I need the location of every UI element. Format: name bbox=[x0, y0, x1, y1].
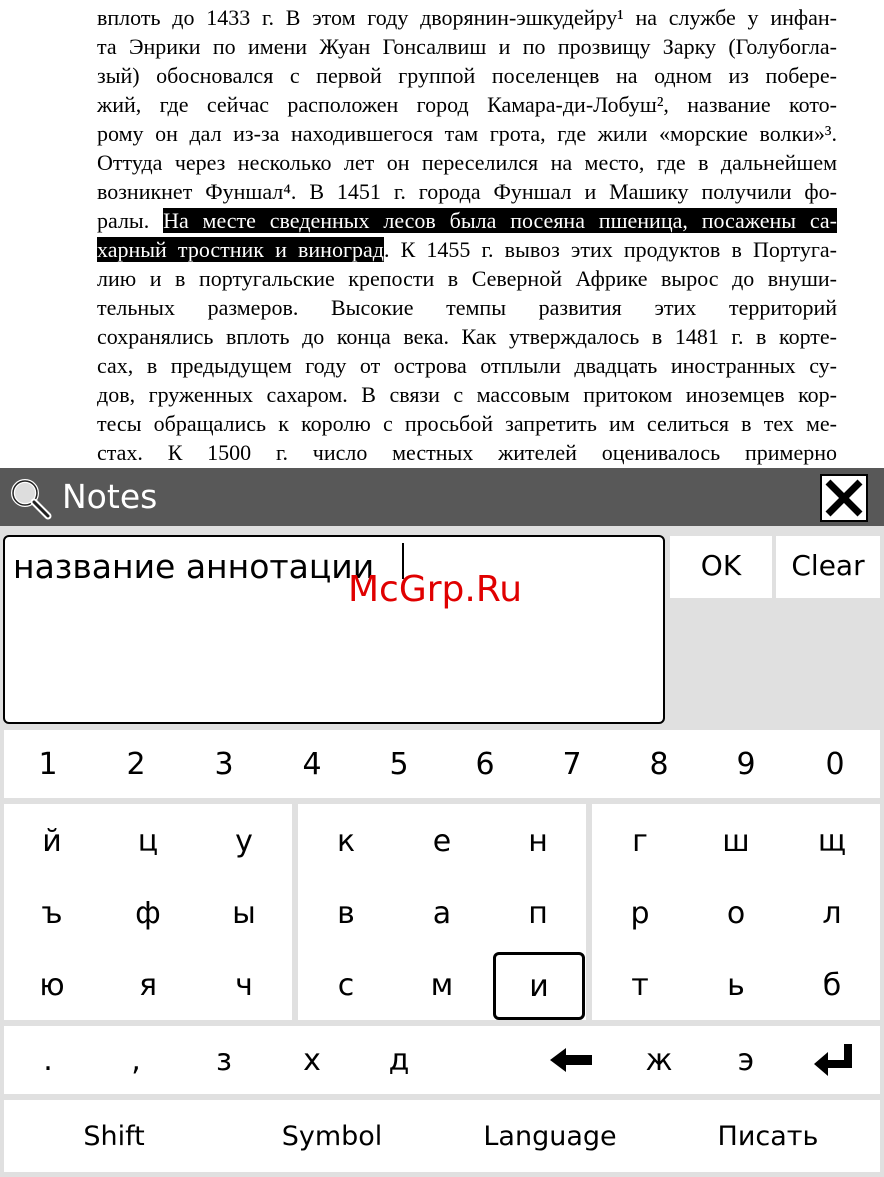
key-ч[interactable]: ч bbox=[196, 950, 292, 1020]
key-5[interactable]: 5 bbox=[356, 730, 442, 798]
key-й[interactable]: й bbox=[4, 806, 100, 876]
book-line: лию и в португальские крепости в Северно… bbox=[97, 266, 837, 291]
key-ф[interactable]: ф bbox=[100, 878, 196, 948]
book-line: тельных размеров. Высокие темпы развития… bbox=[97, 295, 837, 320]
key-ы[interactable]: ы bbox=[196, 878, 292, 948]
key-3[interactable]: 3 bbox=[180, 730, 268, 798]
book-line: сохранялись вплоть до конца века. Как ут… bbox=[97, 324, 837, 349]
key-о[interactable]: о bbox=[688, 878, 784, 948]
key-а[interactable]: а bbox=[394, 878, 490, 948]
key-т[interactable]: т bbox=[592, 950, 688, 1020]
book-line: Оттуда через несколько лет он переселилс… bbox=[97, 150, 837, 175]
highlighted-text[interactable]: харный тростник и виноград bbox=[97, 237, 384, 262]
book-line: тесы обращались к королю с просьбой запр… bbox=[97, 411, 837, 436]
highlighted-text[interactable]: На месте сведенных лесов была посеяна пш… bbox=[163, 208, 838, 233]
note-text-input[interactable]: название аннотации bbox=[3, 535, 665, 724]
write-key[interactable]: Писать bbox=[660, 1100, 876, 1172]
enter-key[interactable] bbox=[790, 1026, 880, 1094]
key-period[interactable]: . bbox=[4, 1026, 92, 1094]
key-1[interactable]: 1 bbox=[4, 730, 92, 798]
book-line: стах. К 1500 г. число местных жителей оц… bbox=[97, 440, 837, 465]
key-и-selected[interactable]: и bbox=[493, 952, 585, 1020]
book-page: вплоть до 1433 г. В этом году дворянин-э… bbox=[0, 0, 884, 468]
book-line: вплоть до 1433 г. В этом году дворянин-э… bbox=[97, 5, 837, 30]
ok-button[interactable]: OK bbox=[670, 536, 772, 598]
key-р[interactable]: р bbox=[592, 878, 688, 948]
key-д[interactable]: д bbox=[356, 1026, 442, 1094]
backspace-key[interactable] bbox=[528, 1026, 616, 1094]
book-line: сах, в предыдущем году от острова отплыл… bbox=[97, 353, 837, 378]
key-4[interactable]: 4 bbox=[268, 730, 356, 798]
key-б[interactable]: б bbox=[784, 950, 880, 1020]
key-щ[interactable]: щ bbox=[784, 806, 880, 876]
close-button[interactable] bbox=[820, 474, 868, 522]
language-key[interactable]: Language bbox=[440, 1100, 660, 1172]
book-text: ралы. bbox=[97, 208, 164, 233]
key-л[interactable]: л bbox=[784, 878, 880, 948]
book-text: . К 1455 г. вывоз этих продуктов в Порту… bbox=[383, 237, 837, 262]
note-input-value: название аннотации bbox=[13, 547, 375, 586]
key-7[interactable]: 7 bbox=[528, 730, 616, 798]
close-icon bbox=[825, 479, 863, 517]
key-н[interactable]: н bbox=[490, 806, 586, 876]
dialog-title: Notes bbox=[62, 477, 158, 516]
key-ь[interactable]: ь bbox=[688, 950, 784, 1020]
book-line: дов, груженных сахаром. В связи с массов… bbox=[97, 382, 837, 407]
key-з[interactable]: з bbox=[180, 1026, 268, 1094]
key-comma[interactable]: , bbox=[92, 1026, 180, 1094]
key-2[interactable]: 2 bbox=[92, 730, 180, 798]
book-line: та Энрики по имени Жуан Гонсалвиш и по п… bbox=[97, 34, 837, 59]
key-е[interactable]: е bbox=[394, 806, 490, 876]
key-к[interactable]: к bbox=[298, 806, 394, 876]
key-0[interactable]: 0 bbox=[790, 730, 880, 798]
key-с[interactable]: с bbox=[298, 950, 394, 1020]
book-line: жий, где сейчас расположен город Камара-… bbox=[97, 92, 837, 117]
watermark: McGrp.Ru bbox=[348, 569, 523, 610]
notes-title-bar: Notes bbox=[0, 468, 884, 526]
key-ц[interactable]: ц bbox=[100, 806, 196, 876]
symbol-key[interactable]: Symbol bbox=[224, 1100, 440, 1172]
key-п[interactable]: п bbox=[490, 878, 586, 948]
key-ш[interactable]: ш bbox=[688, 806, 784, 876]
enter-icon bbox=[814, 1044, 852, 1076]
book-line-highlight-start[interactable]: ралы. На месте сведенных лесов была посе… bbox=[97, 206, 838, 235]
book-line: рому он дал из-за находившегося там грот… bbox=[97, 121, 837, 146]
key-6[interactable]: 6 bbox=[442, 730, 528, 798]
key-ю[interactable]: ю bbox=[4, 950, 100, 1020]
key-э[interactable]: э bbox=[702, 1026, 790, 1094]
key-м[interactable]: м bbox=[394, 950, 490, 1020]
book-line: зый) обосновался с первой группой поселе… bbox=[97, 63, 837, 88]
key-9[interactable]: 9 bbox=[702, 730, 790, 798]
clear-button[interactable]: Clear bbox=[776, 536, 880, 598]
backspace-arrow-icon bbox=[550, 1048, 592, 1072]
key-г[interactable]: г bbox=[592, 806, 688, 876]
magnifier-icon bbox=[11, 479, 52, 520]
key-ъ[interactable]: ъ bbox=[4, 878, 100, 948]
key-у[interactable]: у bbox=[196, 806, 292, 876]
book-line-highlight-end[interactable]: харный тростник и виноград. К 1455 г. вы… bbox=[97, 235, 837, 264]
key-ж[interactable]: ж bbox=[616, 1026, 702, 1094]
key-в[interactable]: в bbox=[298, 878, 394, 948]
key-я[interactable]: я bbox=[100, 950, 196, 1020]
key-х[interactable]: х bbox=[268, 1026, 356, 1094]
shift-key[interactable]: Shift bbox=[4, 1100, 224, 1172]
book-line: возникнет Фуншал⁴. В 1451 г. города Фунш… bbox=[97, 179, 837, 204]
key-8[interactable]: 8 bbox=[616, 730, 702, 798]
